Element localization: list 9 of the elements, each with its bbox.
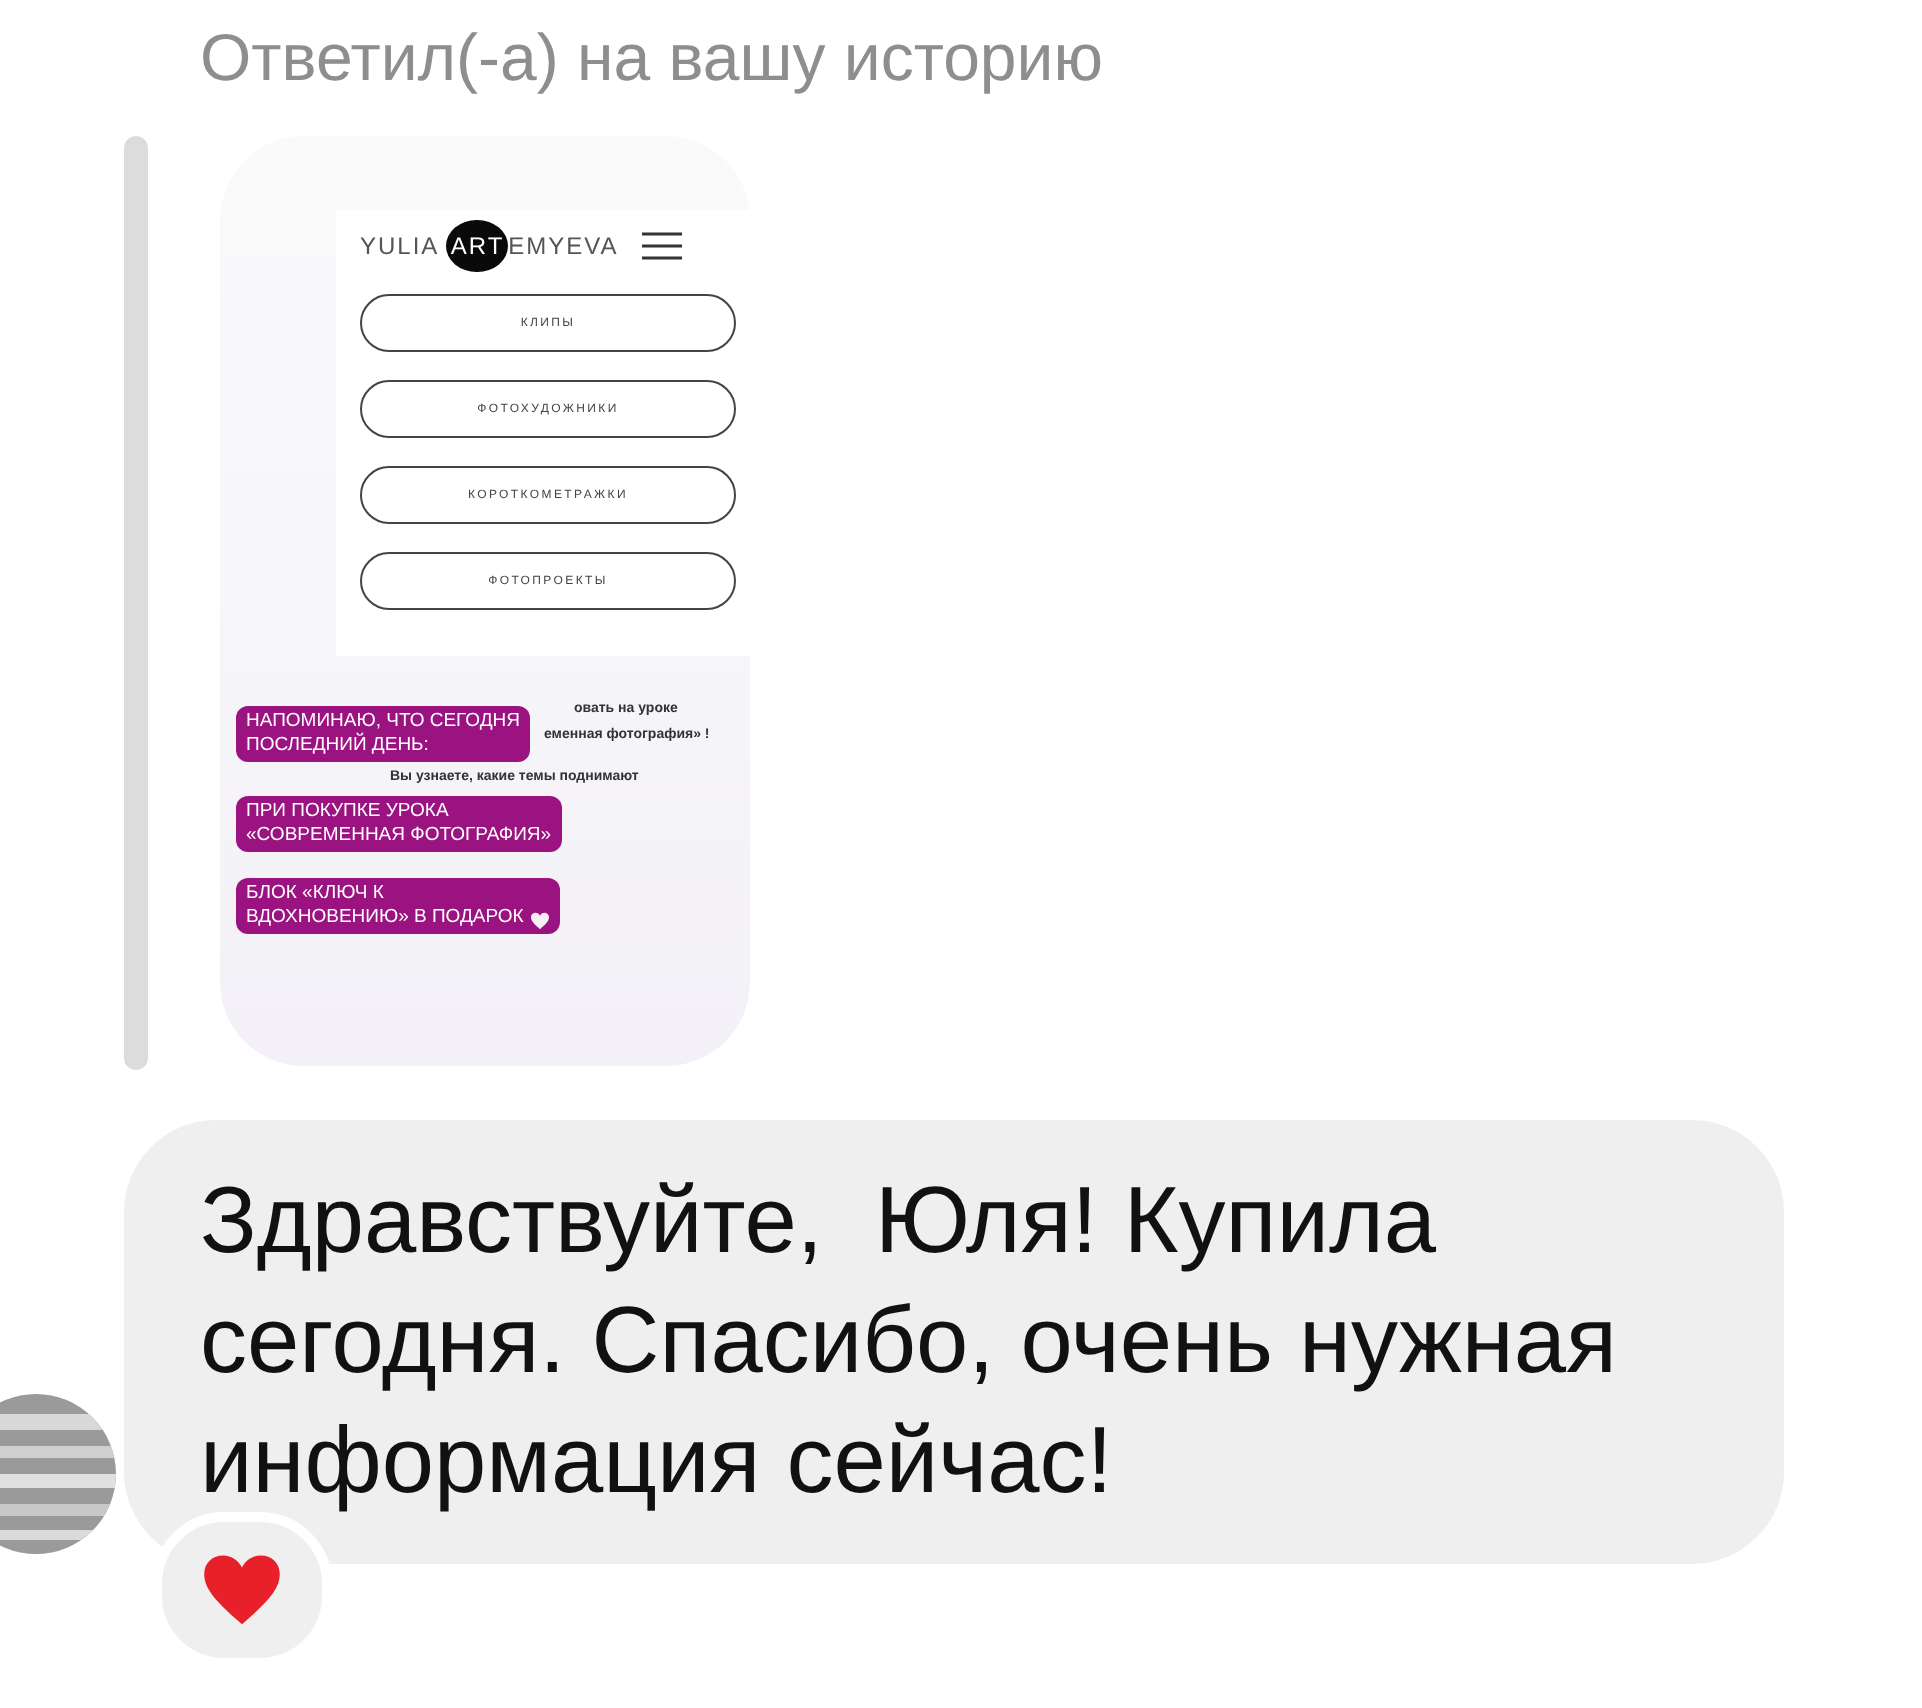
logo-text: YULIA ART EMYEVA [360,220,619,272]
text-sticker: БЛОК «КЛЮЧ К ВДОХНОВЕНИЮ» В ПОДАРОК [236,878,560,934]
text-sticker: ПРИ ПОКУПКЕ УРОКА «СОВРЕМЕННАЯ ФОТОГРАФИЯ» [236,796,562,852]
story-preview[interactable] [220,136,750,1066]
menu-icon [642,232,683,260]
message-bubble: Здравствуйте, Юля! Купила сегодня. Спасибо, очень нужная информация сейчас! [124,1120,1784,1564]
heart-icon [200,1552,284,1628]
text-sticker: НАПОМИНАЮ, ЧТО СЕГОДНЯ ПОСЛЕДНИЙ ДЕНЬ: [236,706,531,762]
reply-label: Ответил(-а) на вашу историю [200,18,1105,98]
